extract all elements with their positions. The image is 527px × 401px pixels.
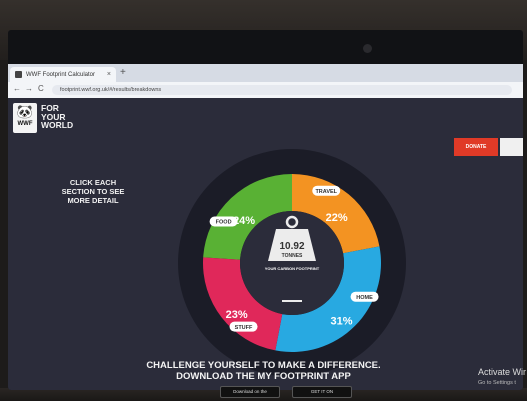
footprint-caption: YOUR CARBON FOOTPRINT [265, 266, 320, 271]
favicon-icon [15, 71, 22, 78]
new-tab-button[interactable]: + [120, 67, 126, 79]
panda-icon: 🐼 [16, 104, 34, 119]
segment-label-food: FOOD [216, 220, 232, 226]
wwf-logo-text: WWF [17, 121, 33, 127]
forward-icon[interactable]: → [25, 84, 33, 93]
segment-value-travel: 22% [326, 212, 348, 224]
url-input[interactable]: footprint.wwf.org.uk/#/results/breakdown… [52, 85, 512, 95]
for-your-world-logo: FOR YOUR WORLD [41, 104, 73, 130]
secondary-header-button[interactable] [500, 138, 523, 156]
windows-activation-subtitle: Go to Settings t [478, 380, 516, 386]
footprint-value: 10.92 [279, 241, 304, 252]
segment-label-home: HOME [356, 295, 373, 301]
segment-label-stuff: STUFF [235, 325, 253, 331]
segment-label-travel: TRAVEL [315, 189, 337, 195]
footprint-unit: TONNES [282, 253, 303, 259]
segment-value-food: 24% [233, 215, 255, 227]
back-icon[interactable]: ← [13, 84, 21, 93]
address-bar-row: ← → C footprint.wwf.org.uk/#/results/bre… [8, 82, 523, 98]
app-store-button[interactable]: Download on the [220, 386, 280, 398]
google-play-button[interactable]: GET IT ON [292, 386, 352, 398]
browser-tab[interactable]: WWF Footprint Calculator × [10, 67, 116, 82]
windows-activation-title: Activate Wir [478, 367, 527, 377]
logo-line-3: WORLD [41, 120, 74, 130]
close-tab-icon[interactable]: × [107, 71, 111, 78]
footprint-donut-chart: 10.92 TONNES YOUR CARBON FOOTPRINT FOOD 2… [178, 149, 406, 377]
challenge-line-2: DOWNLOAD THE MY FOOTPRINT APP [176, 371, 351, 382]
segment-value-home: 31% [330, 315, 352, 327]
tab-title: WWF Footprint Calculator [26, 71, 96, 78]
challenge-line-1: CHALLENGE YOURSELF TO MAKE A DIFFERENCE. [146, 360, 381, 371]
donate-button[interactable]: DONATE [454, 138, 498, 156]
browser-tab-bar: WWF Footprint Calculator × + [8, 64, 523, 82]
wwf-logo[interactable]: 🐼 WWF [13, 103, 37, 133]
segment-value-stuff: 23% [226, 309, 248, 321]
reload-icon[interactable]: C [38, 84, 44, 93]
webcam-dot [363, 44, 372, 53]
challenge-heading: CHALLENGE YOURSELF TO MAKE A DIFFERENCE.… [0, 360, 527, 382]
section-detail-hint: CLICK EACH SECTION TO SEE MORE DETAIL [61, 178, 125, 205]
